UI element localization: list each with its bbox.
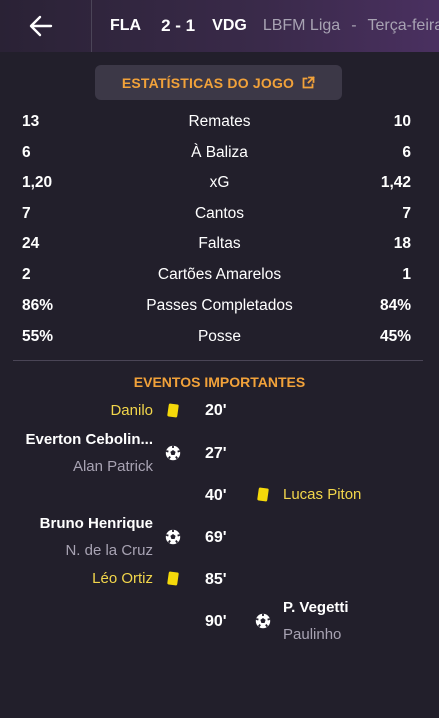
stat-away-value: 7 — [402, 205, 411, 222]
stat-away-value: 18 — [393, 235, 411, 252]
match-date: Terça-feira — [367, 17, 439, 34]
event-minute: 40' — [205, 487, 227, 504]
event-minute: 85' — [205, 571, 227, 588]
section-divider — [13, 360, 423, 361]
back-arrow-icon — [29, 15, 53, 37]
football-icon — [255, 613, 271, 629]
stat-away-value: 84% — [379, 297, 411, 314]
match-stats-label: ESTATÍSTICAS DO JOGO — [121, 74, 295, 91]
stat-name: Faltas — [198, 235, 241, 252]
event-minute: 20' — [205, 402, 227, 419]
event-assist[interactable]: N. de la Cruz — [65, 542, 153, 559]
event-minute: 27' — [205, 445, 227, 462]
event-player[interactable]: Léo Ortiz — [92, 570, 153, 587]
event-player[interactable]: Bruno Henrique — [40, 515, 153, 532]
football-icon — [165, 529, 181, 545]
event-assist[interactable]: Paulinho — [283, 626, 341, 643]
event-minute: 90' — [205, 613, 227, 630]
match-stats-button[interactable]: ESTATÍSTICAS DO JOGO — [95, 65, 342, 100]
stat-name: xG — [209, 174, 230, 191]
yellow-card-icon — [167, 571, 179, 586]
stat-away-value: 1 — [402, 266, 411, 283]
event-player[interactable]: Danilo — [110, 402, 153, 419]
stat-away-value: 45% — [379, 328, 411, 345]
stat-name: À Baliza — [191, 144, 248, 161]
stat-name: Posse — [197, 328, 242, 345]
stat-name: Cartões Amarelos — [157, 266, 282, 283]
stat-away-value: 6 — [402, 144, 411, 161]
event-assist[interactable]: Alan Patrick — [73, 458, 153, 475]
stat-name: Cantos — [194, 205, 245, 222]
stat-row-passes: 86% Passes Completados 84% — [0, 294, 439, 318]
events-title: EVENTOS IMPORTANTES — [133, 374, 306, 390]
score: 2 - 1 — [161, 16, 196, 35]
stat-row-fouls: 24 Faltas 18 — [0, 232, 439, 256]
away-team: VDG — [212, 17, 247, 34]
stat-row-xg: 1,20 xG 1,42 — [0, 171, 439, 195]
stat-name: Remates — [188, 113, 251, 130]
stat-name: Passes Completados — [146, 297, 293, 314]
stat-away-value: 10 — [393, 113, 411, 130]
stat-row-shots: 13 Remates 10 — [0, 110, 439, 134]
external-link-icon — [302, 76, 315, 89]
home-team: FLA — [110, 17, 142, 34]
scoreline: FLA 2 - 1 VDG LBFM Liga - Terça-feira — [110, 16, 439, 36]
football-icon — [165, 445, 181, 461]
stat-away-value: 1,42 — [380, 174, 411, 191]
header-separator: - — [351, 17, 357, 34]
competition[interactable]: LBFM Liga — [263, 17, 340, 35]
stat-row-on-target: 6 À Baliza 6 — [0, 141, 439, 165]
yellow-card-icon — [257, 487, 269, 502]
event-minute: 69' — [205, 529, 227, 546]
event-player[interactable]: P. Vegetti — [283, 599, 349, 616]
stat-row-yellow-cards: 2 Cartões Amarelos 1 — [0, 263, 439, 287]
header-divider — [91, 0, 92, 52]
back-button[interactable] — [0, 0, 82, 52]
stat-row-corners: 7 Cantos 7 — [0, 202, 439, 226]
yellow-card-icon — [167, 403, 179, 418]
stat-row-possession: 55% Posse 45% — [0, 325, 439, 349]
match-header: FLA 2 - 1 VDG LBFM Liga - Terça-feira — [0, 0, 439, 52]
event-player[interactable]: Lucas Piton — [283, 486, 361, 503]
event-player[interactable]: Everton Cebolin... — [25, 431, 153, 448]
